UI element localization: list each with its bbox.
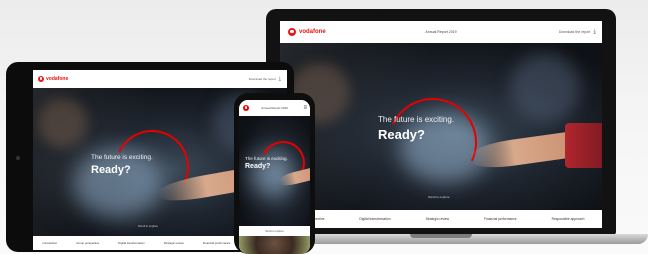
section-nav: Group perspective Digital transformation… bbox=[280, 210, 602, 228]
hero-headline: Ready? bbox=[245, 163, 271, 170]
download-label: Download the report bbox=[558, 30, 591, 34]
nav-item-responsible-approach[interactable]: Responsible approach bbox=[552, 217, 585, 221]
download-icon: ⤓ bbox=[278, 76, 281, 82]
vodafone-logo-icon bbox=[38, 76, 44, 82]
hero-tagline: The future is exciting. bbox=[91, 154, 153, 161]
nav-item-financial-performance[interactable]: Financial performance bbox=[203, 241, 231, 245]
scroll-strip: Scroll to explore bbox=[239, 226, 310, 236]
tablet-camera bbox=[16, 156, 20, 160]
nav-item-digital-transformation[interactable]: Digital transformation bbox=[359, 217, 390, 221]
vodafone-logo-icon bbox=[243, 105, 249, 111]
hero-image: The future is exciting. Ready? Scroll to… bbox=[280, 43, 602, 210]
speechmark-arc bbox=[375, 85, 490, 200]
hamburger-menu-icon[interactable]: ≡ bbox=[303, 105, 307, 111]
phone-screen: Annual Report 2019 ≡ The future is excit… bbox=[239, 100, 310, 254]
download-report-link[interactable]: Download the report ⤓ bbox=[249, 76, 281, 82]
nav-item-financial-performance[interactable]: Financial performance bbox=[484, 217, 517, 221]
download-label: Download the report bbox=[248, 77, 276, 81]
hero-image: The future is exciting. Ready? bbox=[239, 116, 310, 226]
vodafone-logo-icon bbox=[288, 28, 296, 36]
download-report-link[interactable]: Download the report ⤓ bbox=[559, 29, 596, 36]
vodafone-logo[interactable]: vodafone bbox=[288, 28, 326, 36]
red-sleeve bbox=[565, 123, 602, 168]
hero-tagline: The future is exciting. bbox=[378, 115, 455, 124]
bokeh-light bbox=[38, 98, 88, 148]
brand-name: vodafone bbox=[46, 76, 69, 82]
hero-tagline: The future is exciting. bbox=[245, 156, 288, 161]
nav-item-strategic-review[interactable]: Strategic review bbox=[426, 217, 449, 221]
phone-header: Annual Report 2019 ≡ bbox=[239, 100, 310, 116]
nav-item-strategic-review[interactable]: Strategic review bbox=[164, 241, 184, 245]
hero-headline: Ready? bbox=[378, 127, 425, 142]
laptop-header: vodafone Annual Report 2019 Download the… bbox=[280, 21, 602, 43]
laptop-screen: vodafone Annual Report 2019 Download the… bbox=[280, 21, 602, 228]
scroll-hint[interactable]: Scroll to explore bbox=[428, 195, 450, 199]
download-icon: ⤓ bbox=[593, 28, 596, 35]
nav-item-group-perspective[interactable]: Group perspective bbox=[76, 241, 99, 245]
page-title: Annual Report 2019 bbox=[425, 30, 457, 34]
nav-item-digital-transformation[interactable]: Digital transformation bbox=[118, 241, 144, 245]
vodafone-logo[interactable] bbox=[243, 105, 249, 111]
nav-item-introduction[interactable]: Introduction bbox=[43, 241, 58, 245]
laptop-notch bbox=[410, 234, 472, 238]
bokeh-light bbox=[510, 53, 580, 123]
hero-headline: Ready? bbox=[91, 164, 131, 176]
page-title: Annual Report 2019 bbox=[261, 106, 288, 110]
scroll-hint[interactable]: Scroll to explore bbox=[265, 230, 284, 233]
vodafone-logo[interactable]: vodafone bbox=[38, 76, 68, 82]
scroll-hint[interactable]: Scroll to explore bbox=[138, 224, 158, 228]
brand-name: vodafone bbox=[299, 29, 326, 35]
portrait-photo bbox=[239, 236, 310, 254]
tablet-header: vodafone Download the report ⤓ bbox=[33, 70, 287, 88]
